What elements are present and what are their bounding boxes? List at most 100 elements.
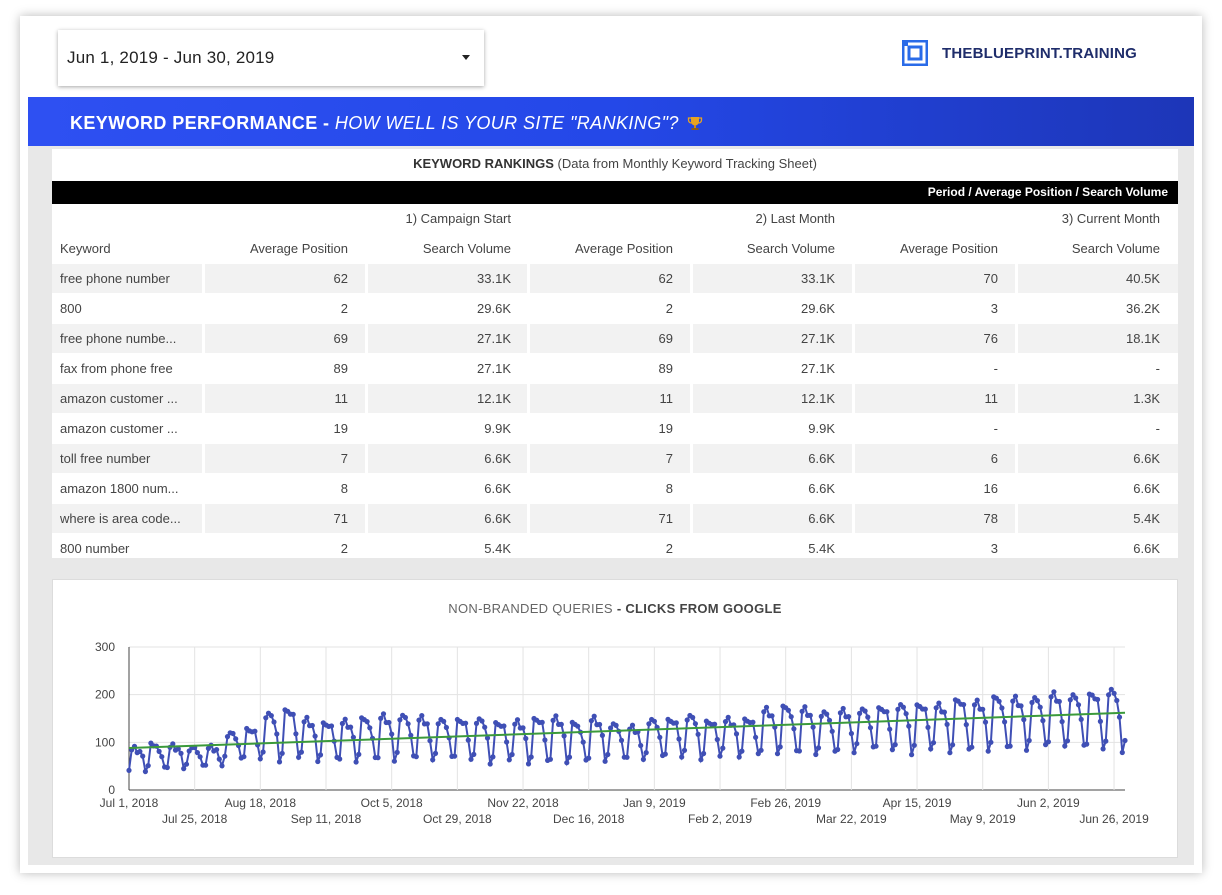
table-header-bar: Period / Average Position / Search Volum… — [52, 181, 1178, 204]
clicks-data-point — [268, 713, 274, 719]
row-background — [52, 384, 1178, 413]
clicks-data-point — [586, 755, 592, 761]
search-volume-cell: 29.6K — [801, 301, 835, 316]
avg-position-cell: 11 — [334, 391, 349, 406]
clicks-data-point — [290, 711, 296, 717]
clicks-data-point — [378, 715, 384, 721]
table-row[interactable]: 800 number 2 5.4K 2 5.4K 3 6.6K — [52, 534, 1178, 558]
col-header-avg-3[interactable]: Average Position — [900, 241, 998, 256]
col-header-vol-3[interactable]: Search Volume — [1072, 241, 1160, 256]
avg-position-cell: 16 — [983, 481, 998, 496]
clicks-data-point — [356, 751, 362, 757]
avg-position-cell: 8 — [340, 481, 348, 496]
period-header-3: 3) Current Month — [1061, 211, 1160, 226]
clicks-data-point — [402, 714, 408, 721]
clicks-data-point — [520, 725, 526, 731]
clicks-data-point — [862, 708, 868, 714]
clicks-data-point — [367, 725, 373, 731]
table-row[interactable]: amazon customer ... 11 12.1K 11 12.1K 11 1.3K — [52, 384, 1178, 414]
clicks-data-point — [1034, 698, 1040, 704]
clicks-data-point — [826, 717, 833, 723]
clicks-data-point — [895, 706, 901, 712]
search-volume-cell: 9.9K — [484, 421, 511, 436]
clicks-data-point — [813, 751, 819, 758]
clicks-data-point — [1114, 697, 1120, 704]
col-header-keyword[interactable]: Keyword — [60, 241, 111, 256]
clicks-data-point — [203, 762, 209, 768]
clicks-data-point — [386, 719, 392, 726]
clicks-data-point — [597, 721, 603, 728]
keyword-cell: amazon customer ... — [60, 391, 178, 406]
avg-position-cell: 7 — [665, 451, 673, 466]
col-header-avg-2[interactable]: Average Position — [575, 241, 673, 256]
col-header-vol-2[interactable]: Search Volume — [747, 241, 835, 256]
x-tick-label: Nov 22, 2018 — [487, 796, 559, 810]
table-row[interactable]: amazon 1800 num... 8 6.6K 8 6.6K 16 6.6K — [52, 474, 1178, 504]
clicks-data-point — [911, 742, 917, 748]
clicks-data-point — [391, 758, 397, 764]
table-row[interactable]: amazon customer ... 19 9.9K 19 9.9K - - — [52, 414, 1178, 444]
section-banner: KEYWORD PERFORMANCE - HOW WELL IS YOUR S… — [28, 97, 1194, 146]
clicks-data-point — [889, 747, 896, 753]
clicks-data-point — [900, 704, 907, 710]
clicks-data-point — [867, 725, 874, 731]
clicks-data-point — [851, 750, 857, 756]
avg-position-cell: 69 — [333, 331, 348, 346]
keyword-cell: free phone number — [60, 271, 170, 286]
clicks-data-point — [553, 713, 559, 719]
column-divider — [852, 233, 855, 558]
clicks-data-point — [676, 736, 682, 742]
clicks-data-point — [761, 709, 767, 715]
clicks-data-point — [126, 767, 132, 773]
clicks-data-point — [785, 707, 792, 713]
search-volume-cell: 5.4K — [484, 541, 511, 556]
x-tick-label: Feb 26, 2019 — [750, 796, 821, 810]
clicks-data-point — [561, 733, 567, 739]
avg-position-cell: 7 — [340, 451, 348, 466]
clicks-data-point — [271, 719, 277, 725]
clicks-data-point — [1018, 703, 1024, 709]
clicks-data-point — [657, 734, 663, 740]
table-row[interactable]: fax from phone free 89 27.1K 89 27.1K - - — [52, 354, 1178, 384]
search-volume-cell: 6.6K — [808, 481, 835, 496]
col-header-avg-1[interactable]: Average Position — [250, 241, 348, 256]
clicks-data-point — [380, 711, 387, 717]
clicks-data-point — [145, 763, 151, 769]
clicks-data-point — [712, 721, 718, 727]
clicks-data-point — [906, 723, 912, 729]
table-row[interactable]: free phone number 62 33.1K 62 33.1K 70 40.5K — [52, 264, 1178, 294]
clicks-data-point — [257, 756, 263, 762]
clicks-data-point — [523, 735, 529, 742]
x-tick-label: Jul 25, 2018 — [162, 812, 228, 826]
clicks-data-point — [301, 719, 307, 725]
avg-position-cell: 19 — [333, 421, 348, 436]
avg-position-cell: 71 — [658, 511, 673, 526]
avg-position-cell: 8 — [665, 481, 673, 496]
clicks-data-point — [542, 737, 548, 743]
y-tick-label: 200 — [95, 688, 115, 702]
table-row[interactable]: toll free number 7 6.6K 7 6.6K 6 6.6K — [52, 444, 1178, 474]
search-volume-cell: 5.4K — [808, 541, 835, 556]
clicks-data-point — [681, 747, 688, 753]
keyword-rankings-table: KEYWORD RANKINGS (Data from Monthly Keyw… — [52, 149, 1178, 558]
clicks-data-point — [695, 731, 701, 737]
search-volume-cell: 1.3K — [1133, 391, 1160, 406]
search-volume-cell: 27.1K — [801, 361, 835, 376]
clicks-data-point — [1045, 739, 1051, 745]
date-range-picker[interactable]: Jun 1, 2019 - Jun 30, 2019 — [58, 30, 484, 86]
clicks-data-point — [799, 708, 805, 714]
table-title: KEYWORD RANKINGS (Data from Monthly Keyw… — [413, 156, 817, 171]
clicks-data-point — [865, 714, 871, 720]
col-header-vol-1[interactable]: Search Volume — [423, 241, 511, 256]
clicks-data-point — [1002, 719, 1008, 725]
table-row[interactable]: 800 2 29.6K 2 29.6K 3 36.2K — [52, 294, 1178, 324]
clicks-data-point — [463, 720, 469, 726]
table-row[interactable]: where is area code... 71 6.6K 71 6.6K 78 5.4K — [52, 504, 1178, 534]
table-row[interactable]: free phone numbe... 69 27.1K 69 27.1K 76 18.1K — [52, 324, 1178, 354]
clicks-data-point — [339, 720, 345, 727]
clicks-data-point — [364, 719, 370, 725]
clicks-data-point — [1100, 746, 1106, 752]
clicks-data-point — [397, 717, 403, 723]
dropdown-arrow-icon[interactable] — [462, 55, 470, 60]
clicks-data-point — [525, 761, 532, 767]
